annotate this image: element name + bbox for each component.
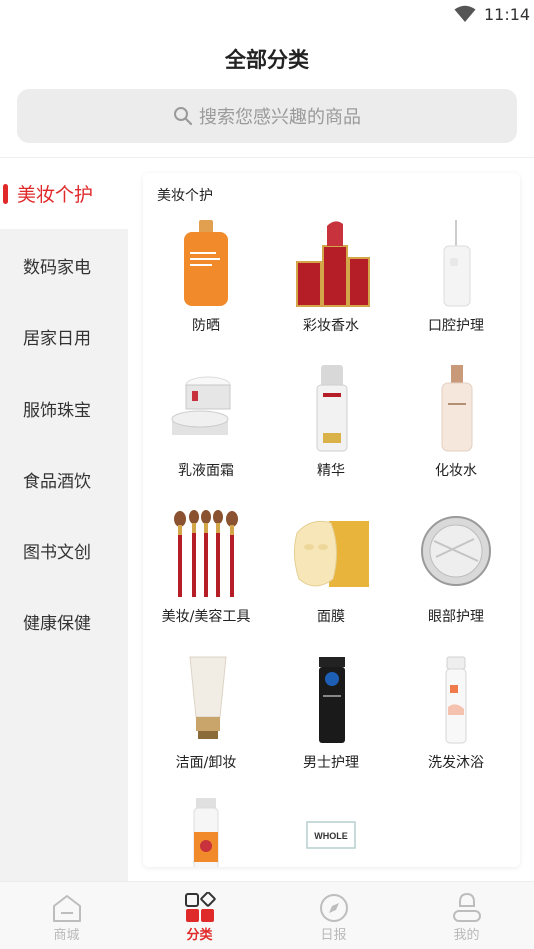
eye-cream-jar-icon bbox=[421, 516, 491, 586]
subcategory-makeup-perfume[interactable]: 彩妆香水 bbox=[268, 218, 394, 358]
subcategory-label: 男士护理 bbox=[303, 755, 359, 771]
tab-category[interactable]: 分类 bbox=[133, 882, 266, 949]
page-title: 全部分类 bbox=[225, 48, 309, 72]
subcategory-face-mask[interactable]: 面膜 bbox=[268, 509, 394, 649]
subcategory-mens-care[interactable]: 男士护理 bbox=[268, 655, 394, 795]
serum-bottle-icon bbox=[316, 365, 348, 452]
shampoo-bottle-icon bbox=[445, 656, 467, 744]
person-icon bbox=[453, 892, 481, 922]
tab-mine[interactable]: 我的 bbox=[400, 882, 533, 949]
active-indicator bbox=[3, 184, 8, 204]
subcategory-label: 化妆水 bbox=[435, 463, 477, 479]
search-placeholder: 搜索您感兴趣的商品 bbox=[199, 107, 361, 128]
subcategory-oral-care[interactable]: 口腔护理 bbox=[393, 218, 519, 358]
subcategory-cream[interactable]: 乳液面霜 bbox=[143, 363, 269, 503]
sidebar-item-label: 数码家电 bbox=[23, 258, 91, 278]
sidebar-item-label: 服饰珠宝 bbox=[23, 401, 91, 421]
search-input[interactable]: 搜索您感兴趣的商品 bbox=[17, 89, 517, 143]
subcategory-shampoo[interactable]: 洗发沐浴 bbox=[393, 655, 519, 795]
tab-label: 商城 bbox=[53, 928, 80, 943]
sidebar-item-home[interactable]: 居家日用 bbox=[0, 301, 128, 372]
sidebar-item-label: 美妆个护 bbox=[17, 184, 94, 206]
sidebar-item-label: 健康保健 bbox=[23, 614, 91, 634]
subcategory-eye-care[interactable]: 眼部护理 bbox=[393, 509, 519, 649]
subcategory-label: 洗发沐浴 bbox=[428, 755, 484, 771]
sidebar-item-books[interactable]: 图书文创 bbox=[0, 515, 128, 586]
subcategory-label: 防晒 bbox=[192, 318, 220, 334]
tab-daily[interactable]: 日报 bbox=[267, 882, 400, 949]
subcategory-label: 口腔护理 bbox=[428, 318, 484, 334]
face-mask-icon bbox=[293, 520, 369, 587]
subcategory-panel: 美妆个护 防晒 彩妆香水 口腔护理 乳液面霜 精华 化妆水 美妆/美容工具 面膜… bbox=[143, 173, 520, 867]
subcategory-label: 彩妆香水 bbox=[303, 318, 359, 334]
subcategory-item-14[interactable]: WHOLE bbox=[268, 798, 394, 867]
sidebar-item-label: 图书文创 bbox=[23, 543, 91, 563]
subcategory-label: 洁面/卸妆 bbox=[175, 755, 237, 771]
mens-care-bottle-icon bbox=[319, 657, 345, 743]
toner-bottle-icon bbox=[441, 365, 473, 452]
subcategory-label: 面膜 bbox=[317, 609, 345, 625]
status-bar: 11:14 bbox=[0, 0, 534, 30]
subcategory-label: 美妆/美容工具 bbox=[161, 609, 251, 625]
subcategory-label: 乳液面霜 bbox=[178, 463, 234, 479]
sidebar-item-beauty[interactable]: 美妆个护 bbox=[0, 158, 128, 229]
svg-text:WHOLE: WHOLE bbox=[314, 831, 348, 841]
sidebar-item-digital[interactable]: 数码家电 bbox=[0, 230, 128, 301]
cleanser-tube-icon bbox=[189, 656, 227, 739]
sidebar-item-fashion[interactable]: 服饰珠宝 bbox=[0, 373, 128, 444]
sidebar-item-label: 居家日用 bbox=[23, 329, 91, 349]
pump-bottle-icon bbox=[193, 798, 219, 867]
bottom-tab-bar: 商城 分类 日报 我的 bbox=[0, 881, 534, 949]
subcategory-cleanser[interactable]: 洁面/卸妆 bbox=[143, 655, 269, 795]
subcategory-label: 精华 bbox=[317, 463, 345, 479]
makeup-brushes-icon bbox=[174, 510, 238, 597]
search-icon bbox=[174, 107, 193, 126]
subcategory-serum[interactable]: 精华 bbox=[268, 363, 394, 503]
sidebar-item-health[interactable]: 健康保健 bbox=[0, 586, 128, 657]
category-sidebar: 美妆个护 数码家电 居家日用 服饰珠宝 食品酒饮 图书文创 健康保健 bbox=[0, 158, 128, 881]
oral-irrigator-icon bbox=[443, 220, 471, 307]
tab-label: 分类 bbox=[186, 928, 213, 943]
subcategory-beauty-tools[interactable]: 美妆/美容工具 bbox=[143, 509, 269, 649]
subcategory-sunscreen[interactable]: 防晒 bbox=[143, 218, 269, 358]
tab-mall[interactable]: 商城 bbox=[0, 882, 133, 949]
subcategory-item-13[interactable] bbox=[143, 798, 269, 867]
subcategory-label: 眼部护理 bbox=[428, 609, 484, 625]
whole-brand-logo: WHOLE bbox=[306, 821, 356, 849]
status-time: 11:14 bbox=[484, 5, 531, 24]
tab-label: 我的 bbox=[453, 928, 480, 943]
lipstick-icon bbox=[296, 221, 370, 307]
panel-title: 美妆个护 bbox=[157, 188, 213, 204]
wifi-icon bbox=[454, 5, 476, 22]
sidebar-item-label: 食品酒饮 bbox=[23, 472, 91, 492]
sidebar-item-food[interactable]: 食品酒饮 bbox=[0, 444, 128, 515]
sunscreen-bottle-icon bbox=[184, 220, 228, 306]
compass-icon bbox=[320, 894, 348, 922]
home-icon bbox=[53, 895, 81, 922]
tab-label: 日报 bbox=[320, 928, 347, 943]
category-icon bbox=[185, 892, 216, 922]
cream-jar-icon bbox=[171, 376, 231, 435]
subcategory-toner[interactable]: 化妆水 bbox=[393, 363, 519, 503]
